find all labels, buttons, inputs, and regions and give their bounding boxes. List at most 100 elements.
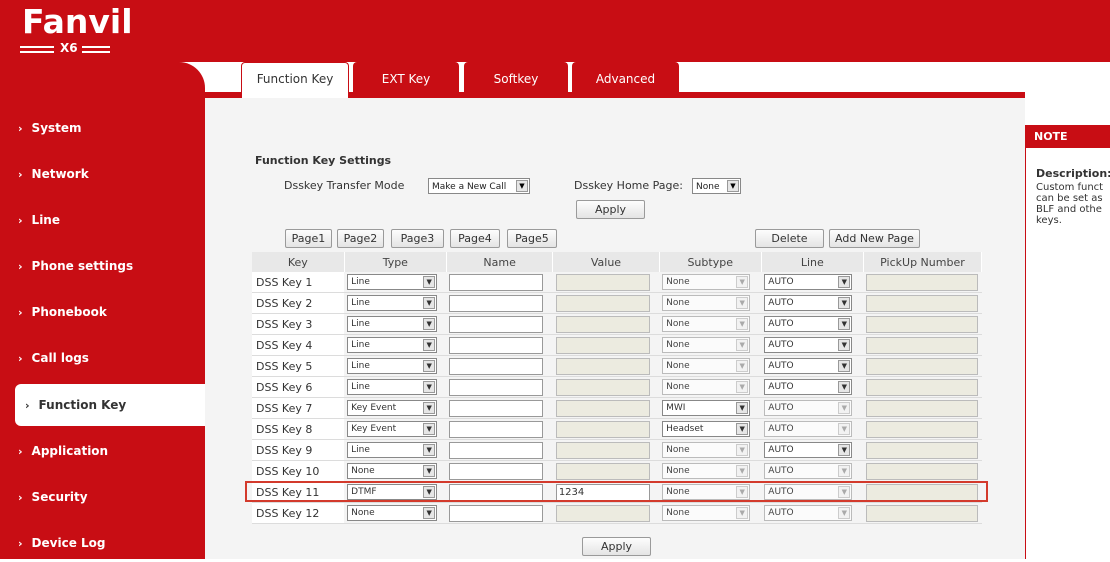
apply-button[interactable]: Apply — [582, 537, 651, 556]
name-input[interactable] — [449, 273, 544, 291]
name-input[interactable] — [449, 399, 544, 417]
line-select[interactable]: AUTO ▼ — [764, 442, 853, 458]
type-select[interactable]: Key Event ▼ — [347, 421, 438, 437]
type-select[interactable]: None ▼ — [347, 505, 438, 521]
line-select[interactable]: AUTO ▼ — [764, 484, 853, 500]
pickup-number-input[interactable] — [866, 294, 979, 312]
line-select[interactable]: AUTO ▼ — [764, 505, 853, 521]
subtype-select[interactable]: None ▼ — [662, 484, 751, 500]
subtype-select[interactable]: None ▼ — [662, 442, 751, 458]
name-input[interactable] — [449, 441, 544, 459]
subtype-select[interactable]: None ▼ — [662, 505, 751, 521]
sidebar-item-phonebook[interactable]: › Phonebook — [18, 293, 198, 331]
name-input[interactable] — [449, 378, 544, 396]
table-row: DSS Key 3 Line ▼ None ▼ AUTO ▼ — [252, 313, 982, 335]
pickup-number-input[interactable] — [866, 420, 979, 438]
sidebar-item-line[interactable]: › Line — [18, 201, 198, 239]
sidebar-item-system[interactable]: › System — [18, 109, 198, 147]
type-select[interactable]: Line ▼ — [347, 442, 438, 458]
name-input[interactable] — [449, 315, 544, 333]
sidebar-item-security[interactable]: › Security — [18, 478, 198, 516]
pickup-number-input[interactable] — [866, 336, 979, 354]
pickup-number-input[interactable] — [866, 462, 979, 480]
pickup-number-input[interactable] — [866, 378, 979, 396]
page1-button[interactable]: Page1 — [285, 229, 332, 248]
line-select[interactable]: AUTO ▼ — [764, 274, 853, 290]
subtype-select[interactable]: MWI ▼ — [662, 400, 751, 416]
home-page-select[interactable]: None ▼ — [692, 178, 741, 194]
value-input[interactable] — [555, 315, 650, 333]
sidebar-item-device-log[interactable]: › Device Log — [18, 524, 198, 562]
page5-button[interactable]: Page5 — [507, 229, 557, 248]
tab-function-key[interactable]: Function Key — [241, 62, 349, 98]
tab-advanced[interactable]: Advanced — [572, 62, 679, 93]
pickup-number-input[interactable] — [866, 399, 979, 417]
transfer-mode-label: Dsskey Transfer Mode — [284, 179, 405, 192]
page3-button[interactable]: Page3 — [391, 229, 444, 248]
subtype-select[interactable]: Headset ▼ — [662, 421, 751, 437]
delete-button[interactable]: Delete — [755, 229, 824, 248]
value-input[interactable] — [555, 336, 650, 354]
value-input[interactable] — [555, 273, 650, 291]
subtype-select[interactable]: None ▼ — [662, 295, 751, 311]
value-input[interactable] — [555, 462, 650, 480]
pickup-number-input[interactable] — [866, 504, 979, 522]
subtype-select[interactable]: None ▼ — [662, 316, 751, 332]
subtype-select-value: None — [666, 340, 690, 350]
line-select[interactable]: AUTO ▼ — [764, 421, 853, 437]
sidebar-item-application[interactable]: › Application — [18, 432, 198, 470]
subtype-select[interactable]: None ▼ — [662, 463, 751, 479]
line-select[interactable]: AUTO ▼ — [764, 358, 853, 374]
sidebar-item-phone-settings[interactable]: › Phone settings — [18, 247, 198, 285]
settings-apply-button[interactable]: Apply — [576, 200, 645, 219]
name-input[interactable] — [449, 420, 544, 438]
name-input[interactable] — [449, 357, 544, 375]
pickup-number-input[interactable] — [866, 315, 979, 333]
line-select[interactable]: AUTO ▼ — [764, 295, 853, 311]
type-select[interactable]: Line ▼ — [347, 295, 438, 311]
value-input[interactable] — [555, 441, 650, 459]
tab-ext-key[interactable]: EXT Key — [353, 62, 459, 93]
sidebar-item-call-logs[interactable]: › Call logs — [18, 339, 198, 377]
pickup-number-input[interactable] — [866, 441, 979, 459]
subtype-select[interactable]: None ▼ — [662, 337, 751, 353]
transfer-mode-select[interactable]: Make a New Call ▼ — [428, 178, 530, 194]
sidebar-item-network[interactable]: › Network — [18, 155, 198, 193]
subtype-select[interactable]: None ▼ — [662, 379, 751, 395]
value-input[interactable] — [555, 504, 650, 522]
type-select[interactable]: Line ▼ — [347, 316, 438, 332]
pickup-number-input[interactable] — [866, 357, 979, 375]
line-select[interactable]: AUTO ▼ — [764, 400, 853, 416]
line-select[interactable]: AUTO ▼ — [764, 463, 853, 479]
name-input[interactable] — [449, 336, 544, 354]
type-select[interactable]: Key Event ▼ — [347, 400, 438, 416]
type-select[interactable]: Line ▼ — [347, 358, 438, 374]
line-select[interactable]: AUTO ▼ — [764, 337, 853, 353]
name-input[interactable] — [449, 462, 544, 480]
type-select[interactable]: Line ▼ — [347, 337, 438, 353]
value-input[interactable] — [555, 357, 650, 375]
subtype-select[interactable]: None ▼ — [662, 274, 751, 290]
name-input[interactable] — [449, 483, 544, 501]
pickup-number-input[interactable] — [866, 483, 979, 501]
add-new-page-button[interactable]: Add New Page — [829, 229, 920, 248]
value-input[interactable] — [555, 420, 650, 438]
name-input[interactable] — [449, 504, 544, 522]
type-select[interactable]: None ▼ — [347, 463, 438, 479]
name-input[interactable] — [449, 294, 544, 312]
type-select[interactable]: DTMF ▼ — [347, 484, 438, 500]
subtype-select[interactable]: None ▼ — [662, 358, 751, 374]
value-input[interactable] — [555, 399, 650, 417]
line-select[interactable]: AUTO ▼ — [764, 379, 853, 395]
value-input[interactable]: 1234 — [555, 483, 650, 501]
sidebar-item-function-key[interactable]: › Function Key — [15, 384, 205, 426]
value-input[interactable] — [555, 378, 650, 396]
page2-button[interactable]: Page2 — [337, 229, 384, 248]
type-select[interactable]: Line ▼ — [347, 274, 438, 290]
pickup-number-input[interactable] — [866, 273, 979, 291]
line-select[interactable]: AUTO ▼ — [764, 316, 853, 332]
type-select[interactable]: Line ▼ — [347, 379, 438, 395]
page4-button[interactable]: Page4 — [450, 229, 500, 248]
tab-softkey[interactable]: Softkey — [464, 62, 568, 93]
value-input[interactable] — [555, 294, 650, 312]
